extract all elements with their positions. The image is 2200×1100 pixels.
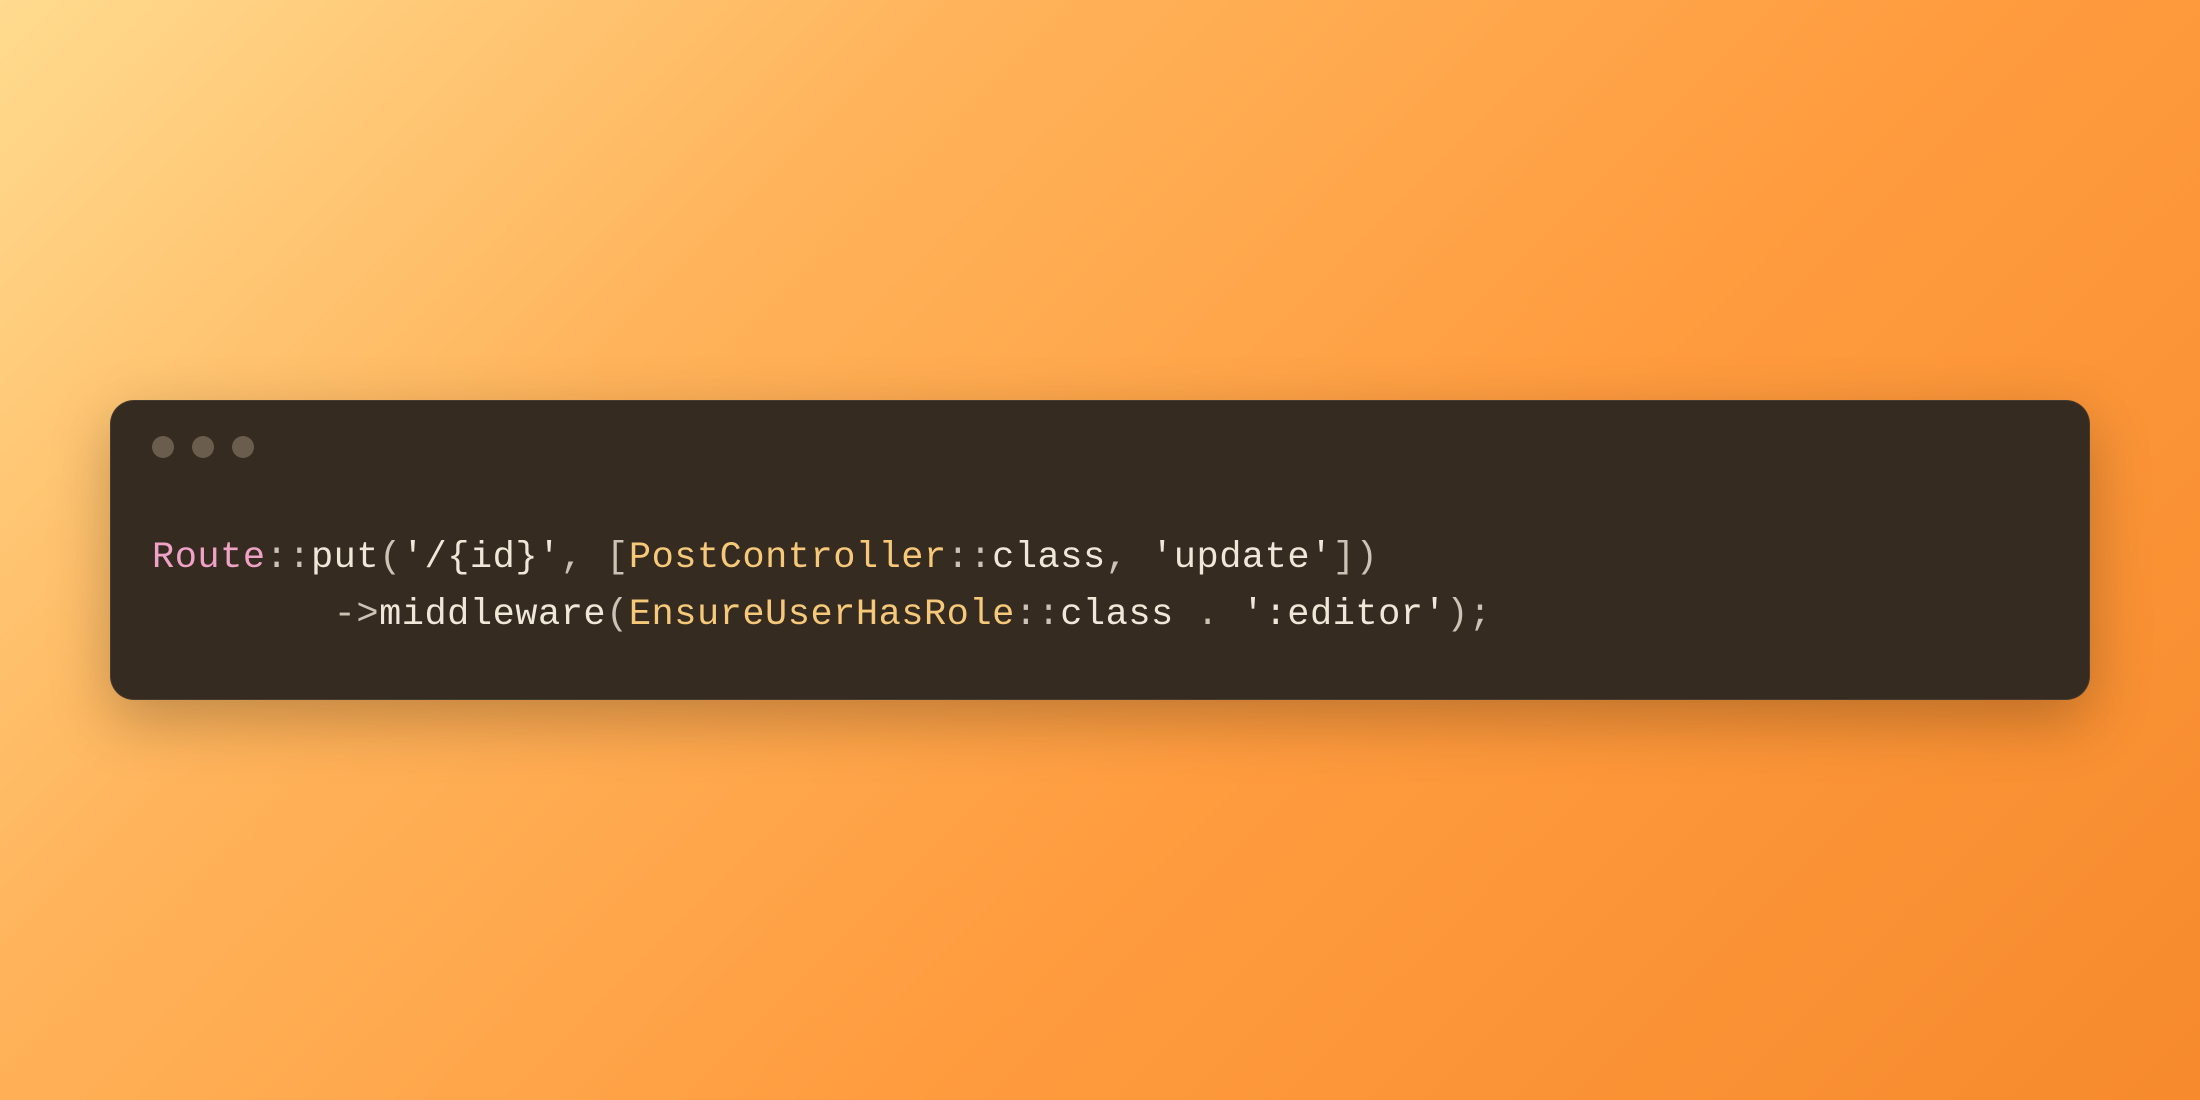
token-punct: ( (606, 594, 629, 636)
token-punct: ); (1446, 594, 1491, 636)
code-block: Route::put('/{id}', [PostController::cla… (110, 458, 2090, 645)
token-arrow: -> (334, 594, 379, 636)
traffic-light-close-icon[interactable] (152, 436, 174, 458)
token-string: '/{id}' (402, 537, 561, 579)
token-type: EnsureUserHasRole (629, 594, 1015, 636)
token-method: put (311, 537, 379, 579)
token-method: middleware (379, 594, 606, 636)
token-punct: , (1106, 537, 1151, 579)
token-punct: ]) (1333, 537, 1378, 579)
token-keyword: class (992, 537, 1106, 579)
token-punct: , [ (561, 537, 629, 579)
token-punct: . (1174, 594, 1242, 636)
traffic-light-zoom-icon[interactable] (232, 436, 254, 458)
token-string: 'update' (1151, 537, 1333, 579)
token-punct: :: (266, 537, 311, 579)
token-string: ':editor' (1242, 594, 1446, 636)
code-window: Route::put('/{id}', [PostController::cla… (110, 400, 2090, 701)
token-indent (152, 594, 334, 636)
window-titlebar (110, 400, 2090, 458)
token-punct: :: (947, 537, 992, 579)
token-punct: ( (379, 537, 402, 579)
token-keyword: class (1060, 594, 1174, 636)
traffic-light-minimize-icon[interactable] (192, 436, 214, 458)
token-punct: :: (1015, 594, 1060, 636)
token-type: PostController (629, 537, 947, 579)
token-class: Route (152, 537, 266, 579)
